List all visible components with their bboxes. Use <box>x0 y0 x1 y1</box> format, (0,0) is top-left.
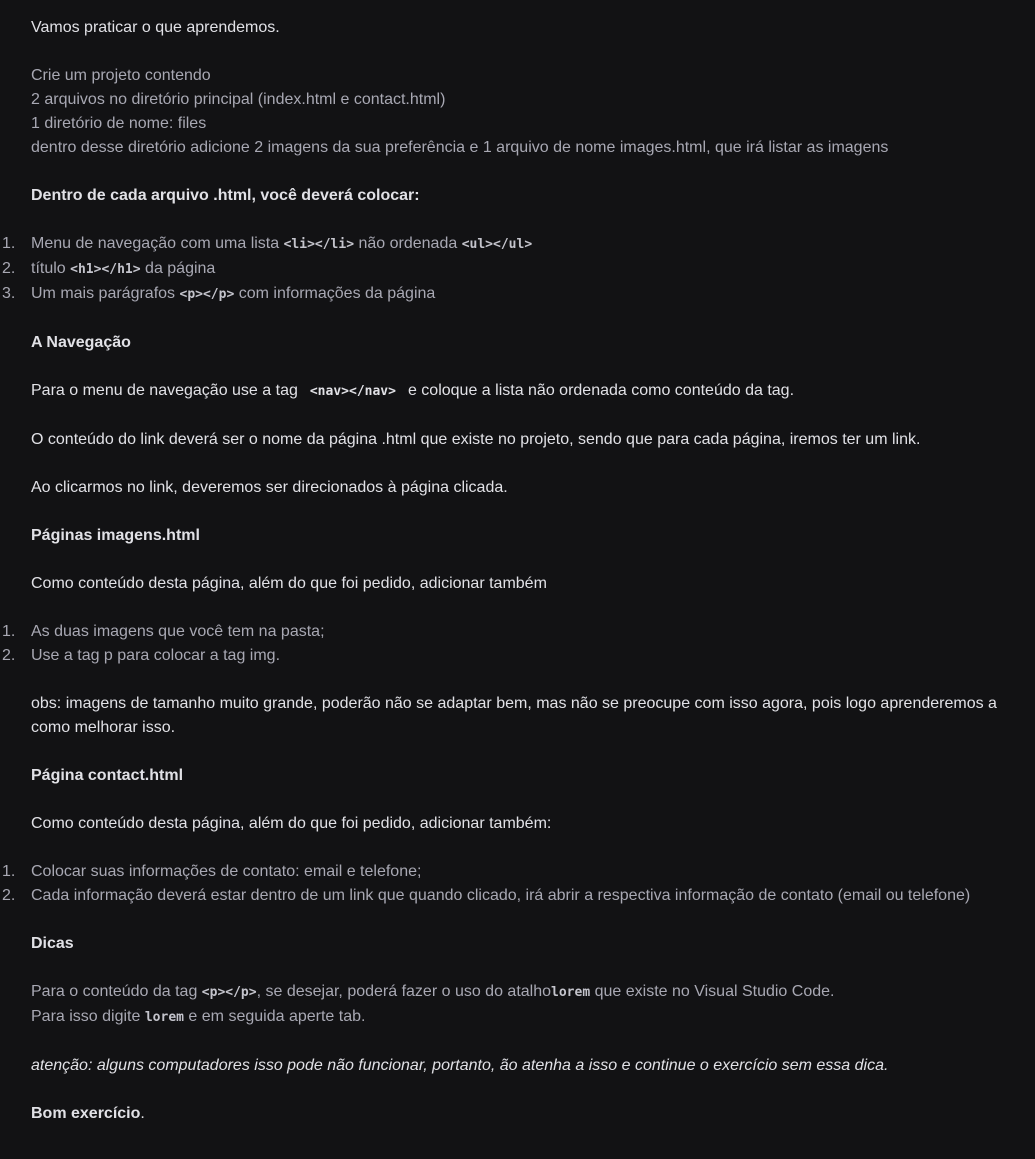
paragraph-text: e em seguida aperte tab. <box>183 1008 366 1025</box>
list-item: 1. Menu de navegação com uma lista <li></… <box>0 232 1030 257</box>
list-item: 1. As duas imagens que você tem na pasta; <box>0 620 1030 644</box>
contact-paragraph: Como conteúdo desta página, além do que … <box>31 815 552 832</box>
project-line: 1 diretório de nome: files <box>31 115 207 132</box>
inline-code: lorem <box>551 985 591 1000</box>
nav-paragraph: Para o menu de navegação use a tag <nav><… <box>31 379 1021 404</box>
inline-code: lorem <box>144 1010 184 1025</box>
nav-paragraph: O conteúdo do link deverá ser o nome da … <box>31 431 921 448</box>
list-text: título <box>31 260 71 277</box>
list-text: Cada informação deverá estar dentro de u… <box>31 887 971 904</box>
exercise-content: Vamos praticar o que aprendemos. Crie um… <box>2 16 1021 1126</box>
list-item: 1. Colocar suas informações de contato: e… <box>0 860 1030 884</box>
section-heading: Dentro de cada arquivo .html, você dever… <box>31 187 420 204</box>
inline-code: <nav></nav> <box>309 384 396 399</box>
list-text: da página <box>140 260 216 277</box>
list-text: Colocar suas informações de contato: ema… <box>31 863 422 880</box>
list-number: 2. <box>2 887 16 904</box>
project-line: dentro desse diretório adicione 2 imagen… <box>31 139 889 156</box>
images-obs: obs: imagens de tamanho muito grande, po… <box>31 695 997 736</box>
list-item: 2. Cada informação deverá estar dentro de… <box>0 884 1030 908</box>
list-text: As duas imagens que você tem na pasta; <box>31 623 325 640</box>
section-heading: A Navegação <box>31 334 131 351</box>
list-text: com informações da página <box>234 285 436 302</box>
tips-paragraph: Para isso digite lorem e em seguida aper… <box>31 1005 1021 1030</box>
list-text: Um mais parágrafos <box>31 285 180 302</box>
paragraph-text: Para o menu de navegação use a tag <box>31 382 298 399</box>
list-item: 2. Use a tag p para colocar a tag img. <box>0 644 1030 668</box>
paragraph-text: que existe no Visual Studio Code. <box>590 983 835 1000</box>
list-text: Menu de navegação com uma lista <box>31 235 284 252</box>
inline-code: <h1></h1> <box>70 262 141 277</box>
list-item: 2. título <h1></h1> da página <box>0 257 1030 282</box>
each-file-list: 1. Menu de navegação com uma lista <li></… <box>0 232 1030 307</box>
list-number: 2. <box>2 647 16 664</box>
intro-text: Vamos praticar o que aprendemos. <box>31 19 280 36</box>
list-number: 1. <box>2 863 16 880</box>
paragraph-text: e coloque a lista não ordenada como cont… <box>407 382 795 399</box>
list-item: 3. Um mais parágrafos <p></p> com informa… <box>0 282 1030 307</box>
closing-dot: . <box>140 1105 145 1122</box>
paragraph-text: , se desejar, poderá fazer o uso do atal… <box>256 983 552 1000</box>
images-list: 1. As duas imagens que você tem na pasta;… <box>0 620 1030 668</box>
list-number: 1. <box>2 623 16 640</box>
attention-note: atenção: alguns computadores isso pode n… <box>31 1057 889 1074</box>
list-number: 3. <box>2 285 16 302</box>
inline-code: <li></li> <box>283 237 355 252</box>
project-line: 2 arquivos no diretório principal (index… <box>31 91 446 108</box>
inline-code: <ul></ul> <box>461 237 533 252</box>
inline-code: <p></p> <box>179 287 235 302</box>
paragraph-text: Para o conteúdo da tag <box>31 983 202 1000</box>
images-paragraph: Como conteúdo desta página, além do que … <box>31 575 547 592</box>
paragraph-text: Para isso digite <box>31 1008 145 1025</box>
section-heading: Páginas imagens.html <box>31 527 200 544</box>
project-line: Crie um projeto contendo <box>31 67 211 84</box>
list-text: não ordenada <box>354 235 462 252</box>
list-text: Use a tag p para colocar a tag img. <box>31 647 281 664</box>
closing-bold: Bom exercício <box>31 1105 141 1122</box>
section-heading: Dicas <box>31 935 74 952</box>
inline-code: <p></p> <box>201 985 257 1000</box>
section-heading: Página contact.html <box>31 767 184 784</box>
contact-list: 1. Colocar suas informações de contato: e… <box>0 860 1030 908</box>
nav-paragraph: Ao clicarmos no link, deveremos ser dire… <box>31 479 508 496</box>
closing-text: Bom exercício. <box>31 1102 1021 1126</box>
list-number: 1. <box>2 235 16 252</box>
list-number: 2. <box>2 260 16 277</box>
tips-paragraph: Para o conteúdo da tag <p></p>, se desej… <box>31 980 1021 1005</box>
